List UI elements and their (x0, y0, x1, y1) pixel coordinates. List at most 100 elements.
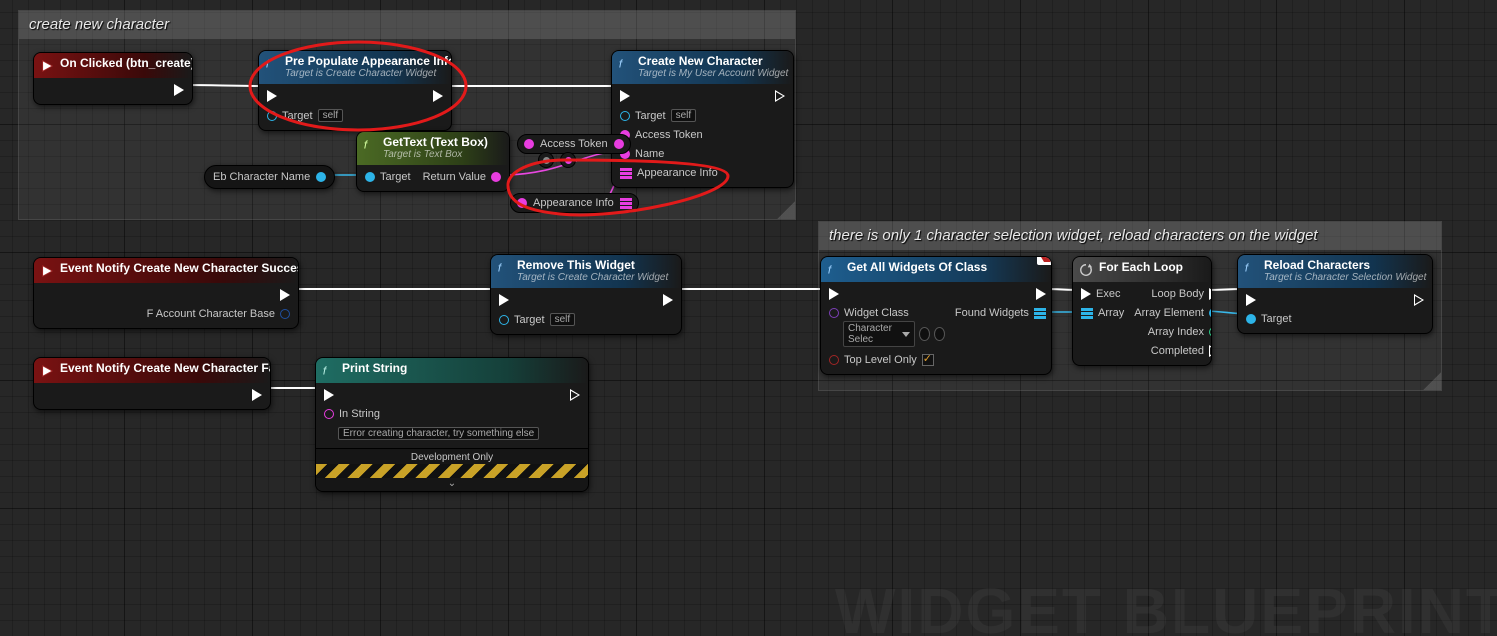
appearance-info-pin[interactable]: Appearance Info (620, 167, 718, 179)
node-get-all-widgets[interactable]: f Get All Widgets Of Class Widget Class … (820, 256, 1052, 375)
svg-text:f: f (364, 140, 369, 152)
target-pin[interactable]: Targetself (499, 313, 575, 326)
blueprint-graph-canvas[interactable]: create new character there is only 1 cha… (0, 0, 1497, 636)
watermark-text: WIDGET BLUEPRINT (835, 574, 1497, 636)
access-token-pin[interactable]: Access Token (620, 129, 718, 141)
exec-out-pin[interactable] (252, 389, 262, 401)
exec-out-pin[interactable] (663, 294, 673, 306)
node-title: Event Notify Create New Character Succes… (60, 262, 299, 275)
exec-in-pin[interactable]: Exec (1081, 288, 1124, 300)
exec-in-pin[interactable] (620, 90, 718, 102)
reroute-appearance-info[interactable]: Appearance Info (510, 193, 639, 213)
class-picker-dropdown[interactable]: Character Selec (843, 321, 915, 347)
node-for-each-loop[interactable]: For Each Loop Exec Array Loop Body Array… (1072, 256, 1212, 366)
node-reload-characters[interactable]: f Reload Characters Target is Character … (1237, 254, 1433, 334)
widget-class-pin[interactable]: Widget Class (829, 307, 945, 319)
struct-out-pin[interactable]: F Account Character Base (147, 308, 290, 320)
node-title: Event Notify Create New Character Fail (60, 362, 271, 375)
target-pin[interactable]: Target (1246, 313, 1292, 325)
node-title: GetText (Text Box) (383, 136, 488, 149)
exec-out-pin[interactable] (433, 90, 443, 102)
chevron-down-icon (902, 332, 910, 337)
reroute-out-pin[interactable] (620, 198, 632, 208)
reroute-node[interactable] (560, 152, 576, 168)
event-icon (40, 264, 54, 278)
reroute-access-token[interactable]: Access Token (517, 134, 631, 154)
node-title: Print String (342, 362, 407, 375)
use-selected-button[interactable] (934, 327, 945, 341)
node-event-success[interactable]: Event Notify Create New Character Succes… (33, 257, 299, 329)
function-icon: f (827, 263, 841, 277)
svg-text:f: f (828, 265, 833, 277)
function-icon: f (363, 138, 377, 152)
completed-pin[interactable]: Completed (1151, 345, 1212, 357)
reroute-in-pin[interactable] (517, 198, 527, 208)
name-pin[interactable]: Name (620, 148, 718, 160)
exec-out-pin[interactable] (1414, 294, 1424, 306)
svg-text:f: f (619, 59, 624, 71)
exec-out-pin[interactable] (775, 90, 785, 102)
function-icon: f (1244, 261, 1258, 275)
target-pin[interactable]: Targetself (620, 109, 718, 122)
reroute-out-pin[interactable] (614, 139, 624, 149)
var-out-pin[interactable] (316, 172, 326, 182)
exec-out-pin[interactable] (1036, 288, 1046, 300)
exec-out-pin[interactable] (174, 84, 184, 96)
resize-handle-icon[interactable] (1423, 372, 1441, 390)
node-subtitle: Target is Character Selection Widget (1264, 272, 1426, 283)
node-title: Create New Character (638, 55, 788, 68)
breakpoint-icon[interactable] (1037, 256, 1052, 265)
exec-out-pin[interactable] (280, 289, 290, 301)
function-icon: f (497, 261, 511, 275)
node-on-clicked[interactable]: On Clicked (btn_create) (33, 52, 193, 105)
node-pre-populate-appearance[interactable]: f Pre Populate Appearance Info Target is… (258, 50, 452, 131)
development-only-label: Development Only (316, 448, 588, 464)
exec-out-pin[interactable] (570, 389, 580, 401)
node-title: Get All Widgets Of Class (847, 261, 987, 274)
node-title: Reload Characters (1264, 259, 1426, 272)
in-string-pin[interactable]: In String (324, 408, 560, 420)
function-icon: f (618, 57, 632, 71)
exec-in-pin[interactable] (1246, 294, 1292, 306)
svg-text:f: f (266, 59, 271, 71)
reroute-node[interactable] (538, 152, 554, 168)
resize-handle-icon[interactable] (777, 201, 795, 219)
node-subtitle: Target is Create Character Widget (517, 272, 668, 283)
exec-in-pin[interactable] (324, 389, 560, 401)
node-var-eb-character-name[interactable]: Eb Character Name (204, 165, 335, 189)
array-index-pin[interactable]: Array Index (1148, 326, 1212, 338)
node-print-string[interactable]: f Print String In String Error creating … (315, 357, 589, 492)
exec-in-pin[interactable] (267, 90, 343, 102)
macro-loop-icon (1079, 263, 1093, 277)
node-event-fail[interactable]: Event Notify Create New Character Fail (33, 357, 271, 410)
event-icon (40, 364, 54, 378)
array-in-pin[interactable]: Array (1081, 307, 1124, 319)
comment-title[interactable]: there is only 1 character selection widg… (819, 222, 1441, 250)
node-subtitle: Target is Create Character Widget (285, 68, 452, 79)
node-remove-widget[interactable]: f Remove This Widget Target is Create Ch… (490, 254, 682, 335)
target-pin[interactable]: Targetself (267, 109, 343, 122)
svg-text:f: f (323, 366, 328, 378)
node-subtitle: Target is Text Box (383, 149, 488, 160)
node-title: Remove This Widget (517, 259, 668, 272)
checkbox[interactable] (922, 354, 934, 366)
event-icon (40, 59, 54, 73)
loop-body-pin[interactable]: Loop Body (1151, 288, 1212, 300)
caution-stripe (316, 464, 588, 478)
node-get-text[interactable]: f GetText (Text Box) Target is Text Box … (356, 131, 510, 192)
target-pin[interactable]: Target (365, 171, 411, 183)
node-title: On Clicked (btn_create) (60, 57, 193, 70)
expand-advanced-icon[interactable]: ⌄ (316, 478, 588, 491)
reroute-in-pin[interactable] (524, 139, 534, 149)
function-icon: f (322, 364, 336, 378)
comment-title[interactable]: create new character (19, 11, 795, 39)
node-create-new-character[interactable]: f Create New Character Target is My User… (611, 50, 794, 188)
top-level-only-pin[interactable]: Top Level Only (829, 354, 945, 366)
exec-in-pin[interactable] (499, 294, 575, 306)
exec-in-pin[interactable] (829, 288, 945, 300)
in-string-value[interactable]: Error creating character, try something … (338, 427, 539, 440)
array-element-pin[interactable]: Array Element (1134, 307, 1212, 319)
browse-asset-button[interactable] (919, 327, 930, 341)
found-widgets-pin[interactable]: Found Widgets (955, 307, 1046, 319)
return-value-pin[interactable]: Return Value (423, 171, 501, 183)
